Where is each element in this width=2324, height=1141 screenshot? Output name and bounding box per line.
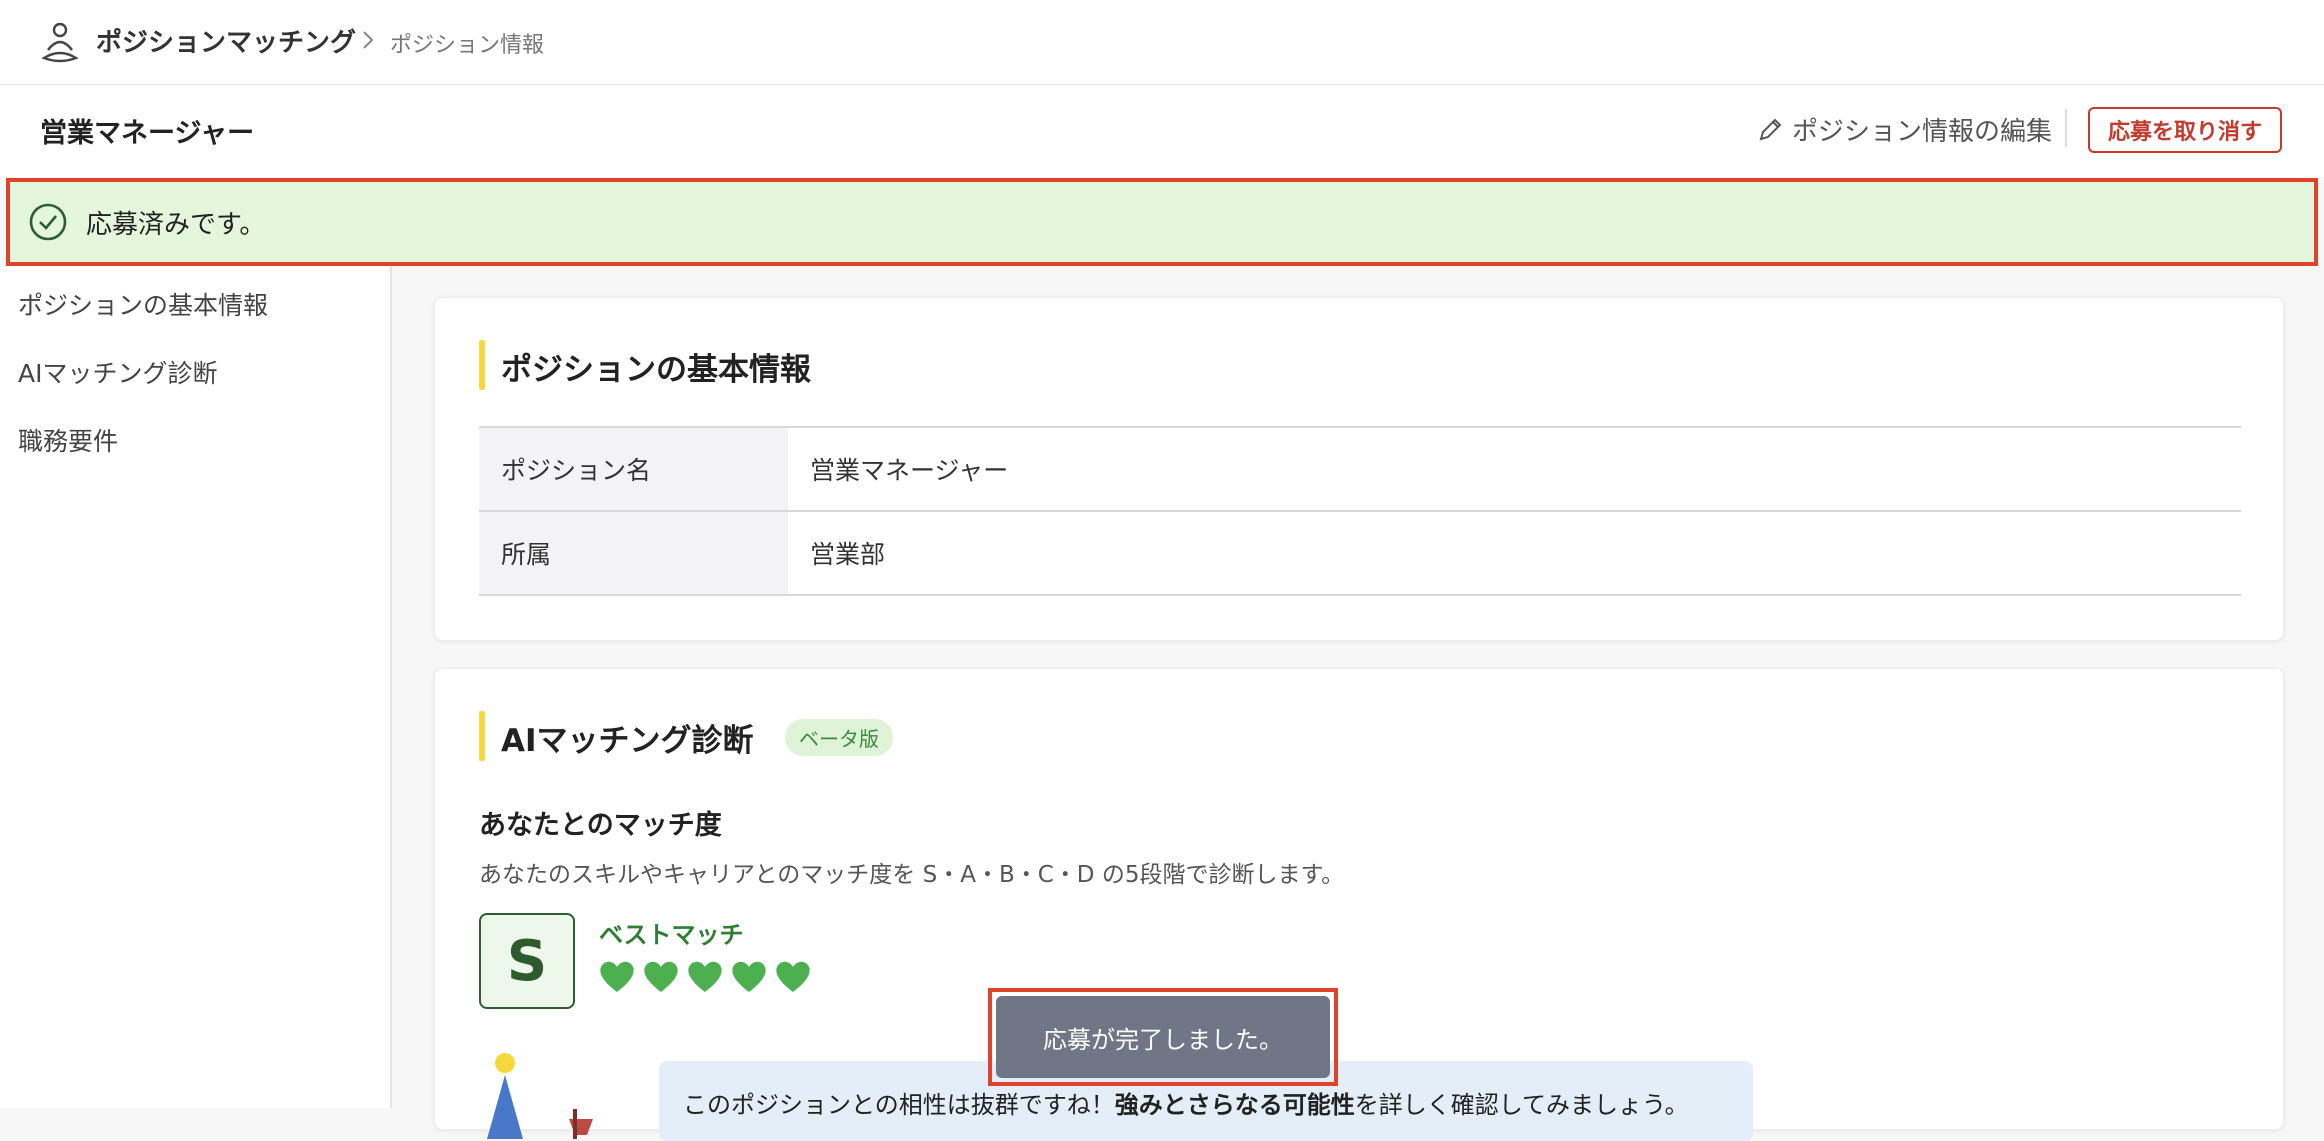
chevron-right-icon <box>363 31 374 49</box>
heart-icon <box>600 961 634 992</box>
pencil-icon <box>1759 118 1782 140</box>
heart-icon <box>644 961 678 992</box>
row-value: 営業マネージャー <box>810 456 1009 485</box>
table-row: ポジション名 営業マネージャー <box>479 427 2241 511</box>
match-subtitle: あなたとのマッチ度 <box>479 810 722 841</box>
ai-comment-bold: 強みとさらなる可能性 <box>1114 1091 1355 1119</box>
page-title: 営業マネージャー <box>40 118 255 149</box>
banner-text: 応募済みです。 <box>86 210 266 240</box>
position-header: 営業マネージャー ポジション情報の編集 応募を取り消す <box>0 85 2324 177</box>
heart-icon <box>776 961 810 992</box>
grade-badge: S <box>479 913 575 1009</box>
app-name-link[interactable]: ポジションマッチング <box>96 22 356 59</box>
ai-comment-part1: このポジションとの相性は抜群ですね！ <box>683 1091 1115 1119</box>
sidebar-item-basic-info[interactable]: ポジションの基本情報 <box>18 286 268 322</box>
edit-position-label: ポジション情報の編集 <box>1792 117 2053 147</box>
ai-matching-card: AIマッチング診断 ベータ版 あなたとのマッチ度 あなたのスキルやキャリアとのマ… <box>434 668 2284 1141</box>
top-bar: ポジションマッチング ポジション情報 <box>0 0 2324 85</box>
toast-message: 応募が完了しました。 <box>996 996 1330 1078</box>
heart-icon <box>732 961 766 992</box>
heart-icon <box>688 961 722 992</box>
cancel-application-button[interactable]: 応募を取り消す <box>2088 107 2282 153</box>
toast-container: 応募が完了しました。 <box>988 988 1338 1086</box>
row-value: 営業部 <box>810 540 886 569</box>
basic-info-title: ポジションの基本情報 <box>479 340 811 390</box>
row-label: 所属 <box>479 511 788 595</box>
meditation-person-icon[interactable] <box>38 20 82 64</box>
breadcrumb-current: ポジション情報 <box>390 33 545 58</box>
ai-matching-title: AIマッチング診断 <box>479 711 754 761</box>
match-hearts <box>597 957 813 995</box>
edit-position-link[interactable]: ポジション情報の編集 <box>1756 111 2052 148</box>
table-row: 所属 営業部 <box>479 511 2241 595</box>
section-sidebar: ポジションの基本情報 AIマッチング診断 職務要件 <box>0 266 392 1108</box>
applied-banner: 応募済みです。 <box>6 178 2318 266</box>
basic-info-card: ポジションの基本情報 ポジション名 営業マネージャー 所属 営業部 <box>434 297 2284 641</box>
sidebar-item-job-requirements[interactable]: 職務要件 <box>18 422 118 458</box>
ai-comment-part2: を詳しく確認してみましょう。 <box>1354 1091 1689 1119</box>
character-illustration <box>487 1053 593 1139</box>
check-circle-icon <box>29 203 67 241</box>
beta-badge: ベータ版 <box>785 719 893 756</box>
grade-label: ベストマッチ <box>599 921 744 949</box>
basic-info-table: ポジション名 営業マネージャー 所属 営業部 <box>479 426 2241 596</box>
match-description: あなたのスキルやキャリアとのマッチ度を S・A・B・C・D の5段階で診断します… <box>479 862 1345 888</box>
row-label: ポジション名 <box>479 427 788 511</box>
divider <box>2065 109 2067 147</box>
sidebar-item-ai-matching[interactable]: AIマッチング診断 <box>18 354 217 390</box>
ai-comment-text: このポジションとの相性は抜群ですね！強みとさらなる可能性を詳しく確認してみましょ… <box>683 1085 1689 1120</box>
